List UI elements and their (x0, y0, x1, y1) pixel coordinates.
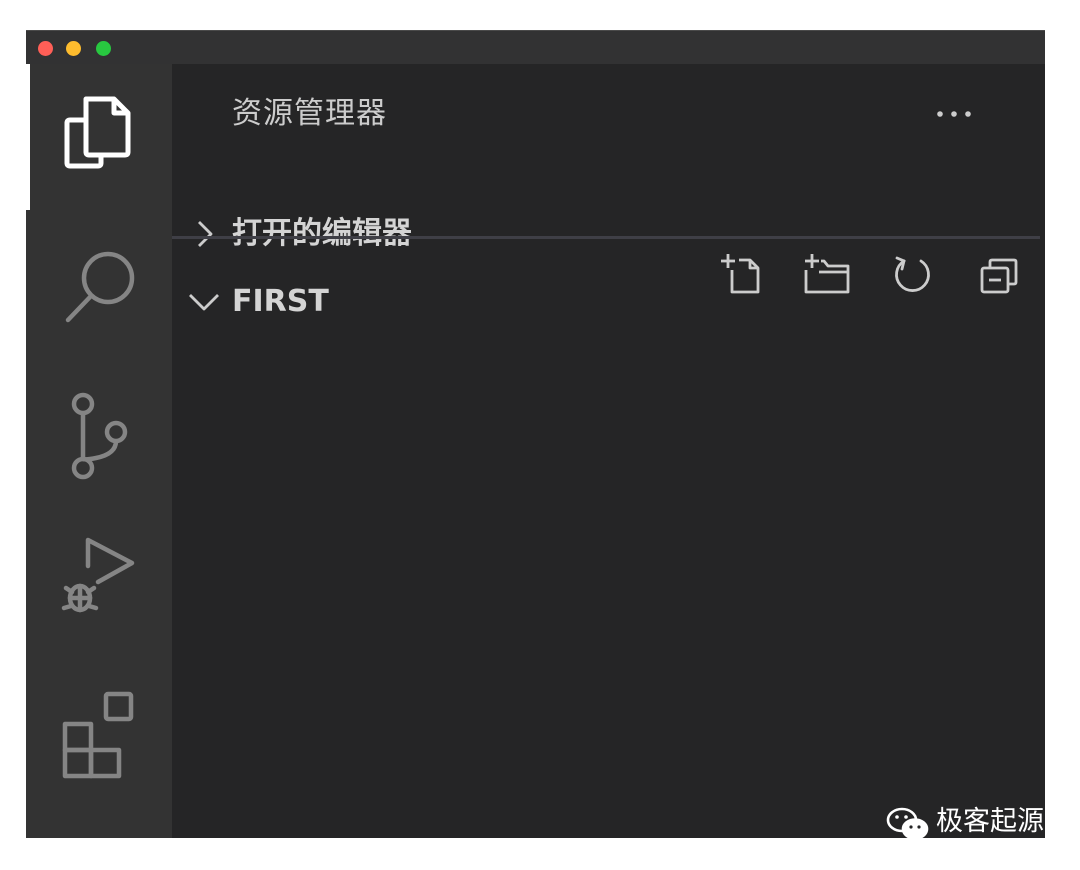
minimize-window-button[interactable] (66, 41, 81, 56)
new-folder-button[interactable] (802, 248, 852, 298)
section-divider (172, 236, 1040, 239)
activity-bar (26, 64, 172, 838)
activity-explorer[interactable] (26, 64, 172, 210)
watermark-text: 极客起源 (936, 806, 1044, 837)
maximize-window-button[interactable] (96, 41, 111, 56)
new-folder-icon (804, 254, 850, 294)
files-icon (64, 96, 131, 169)
activity-run-debug[interactable] (26, 502, 172, 648)
activity-search[interactable] (26, 210, 172, 356)
title-bar (26, 30, 1045, 64)
chevron-right-icon (198, 221, 213, 247)
collapse-all-icon (980, 258, 1018, 294)
ellipsis-icon (937, 111, 971, 117)
wechat-icon (886, 807, 929, 840)
refresh-button[interactable] (888, 248, 938, 298)
activity-source-control[interactable] (26, 356, 172, 502)
refresh-icon (895, 256, 930, 292)
folder-name: FIRST (232, 284, 329, 319)
new-file-button[interactable] (718, 248, 768, 298)
run-debug-icon (61, 537, 135, 613)
activity-extensions[interactable] (26, 648, 172, 794)
source-control-icon (71, 392, 128, 480)
search-icon (65, 251, 135, 323)
chevron-down-icon (189, 294, 219, 311)
vscode-window: 资源管理器 打开的编辑器 FIRST (26, 30, 1045, 838)
close-window-button[interactable] (38, 41, 53, 56)
new-file-icon (721, 254, 760, 294)
collapse-all-button[interactable] (974, 248, 1024, 298)
open-editors-label: 打开的编辑器 (232, 216, 412, 251)
sidebar-title: 资源管理器 (232, 96, 387, 131)
explorer-sidebar: 资源管理器 打开的编辑器 FIRST (172, 64, 1045, 838)
more-actions-button[interactable] (932, 94, 982, 134)
extensions-icon (62, 691, 134, 779)
